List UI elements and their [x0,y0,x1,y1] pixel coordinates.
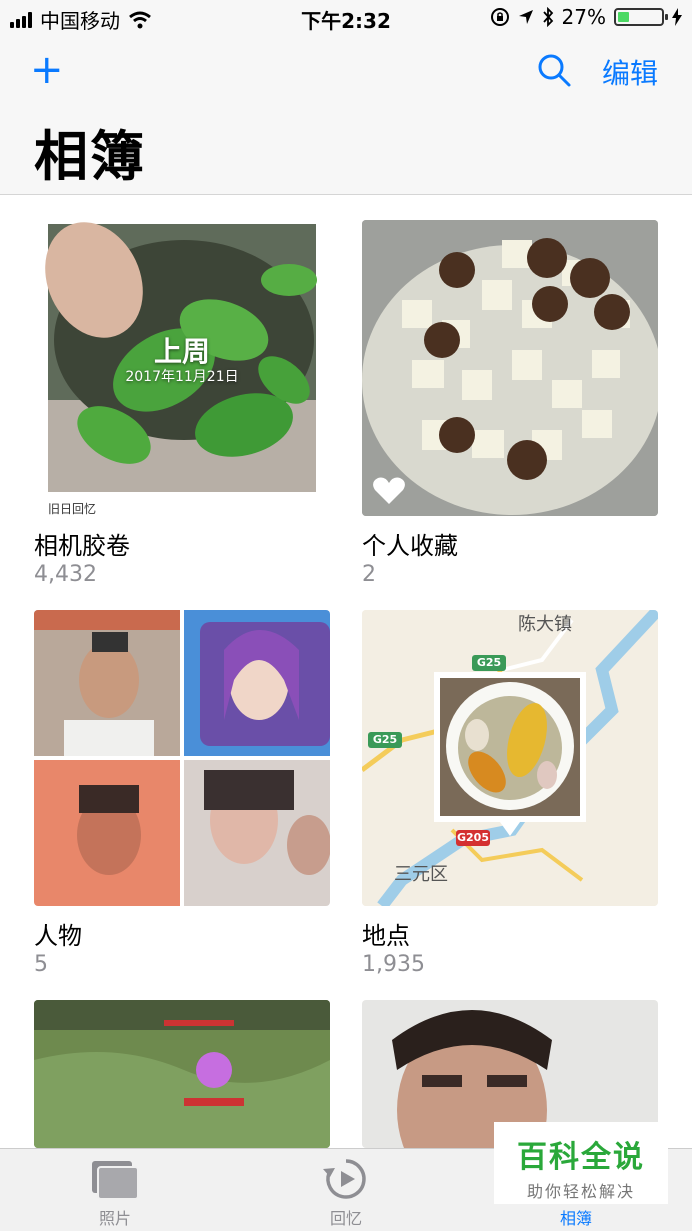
edit-button[interactable]: 编辑 [602,52,658,92]
status-bar: 中国移动 下午2:32 27% [0,0,692,36]
road-sign-g25: G25 [476,656,502,669]
album-count: 1,935 [362,952,425,977]
album-thumbnail[interactable]: 上周 2017年11月21日 旧日回忆 [34,220,330,516]
tab-label: 照片 [98,1209,131,1228]
navigation-bar: + 编辑 相簿 [0,36,692,195]
album-screenshots[interactable] [34,1000,330,1148]
bluetooth-icon [542,7,553,27]
album-people[interactable]: 人物 5 [34,610,330,977]
tab-label: 回忆 [329,1209,362,1228]
tab-photos[interactable]: 照片 [55,1157,175,1229]
album-thumbnail[interactable] [362,220,658,516]
album-name: 相机胶卷 [34,532,130,560]
album-count: 2 [362,562,376,587]
album-name: 地点 [362,922,410,950]
album-places[interactable]: 陈大镇 三元区 G25 G25 G205 地点 1,935 [362,610,658,977]
album-thumbnail[interactable]: 陈大镇 三元区 G25 G25 G205 [362,610,658,906]
album-name: 人物 [34,922,82,950]
orientation-lock-icon [490,8,509,26]
battery-percent: 27% [561,5,606,29]
memory-date: 2017年11月21日 [125,369,239,385]
heart-icon [373,477,405,504]
memory-caption: 旧日回忆 [48,502,97,516]
album-count: 4,432 [34,562,97,587]
search-icon[interactable] [536,52,572,88]
watermark-subtitle: 助你轻松解决 [526,1182,635,1201]
road-sign-g25: G25 [372,733,398,746]
battery-icon [614,8,668,26]
watermark: 百科全说 助你轻松解决 [494,1122,668,1204]
album-camera-roll[interactable]: 上周 2017年11月21日 旧日回忆 相机胶卷 4,432 [34,220,330,587]
album-thumbnail[interactable] [34,1000,330,1148]
watermark-title: 百科全说 [517,1140,645,1175]
add-album-button[interactable]: + [30,50,64,90]
charging-icon [672,8,682,26]
location-icon [518,10,533,24]
album-favorites[interactable]: 个人收藏 2 [362,220,658,587]
page-title: 相簿 [34,125,146,188]
memories-tab-icon [323,1159,366,1199]
map-label-town: 陈大镇 [518,614,572,635]
tab-memories[interactable]: 回忆 [286,1157,406,1229]
album-name: 个人收藏 [362,532,458,560]
album-thumbnail[interactable] [34,610,330,906]
tab-label: 相簿 [559,1209,592,1228]
album-count: 5 [34,952,48,977]
memory-title: 上周 [153,335,210,368]
photos-tab-icon [92,1161,139,1200]
road-sign-g205: G205 [457,831,489,844]
map-label-district: 三元区 [394,864,448,885]
